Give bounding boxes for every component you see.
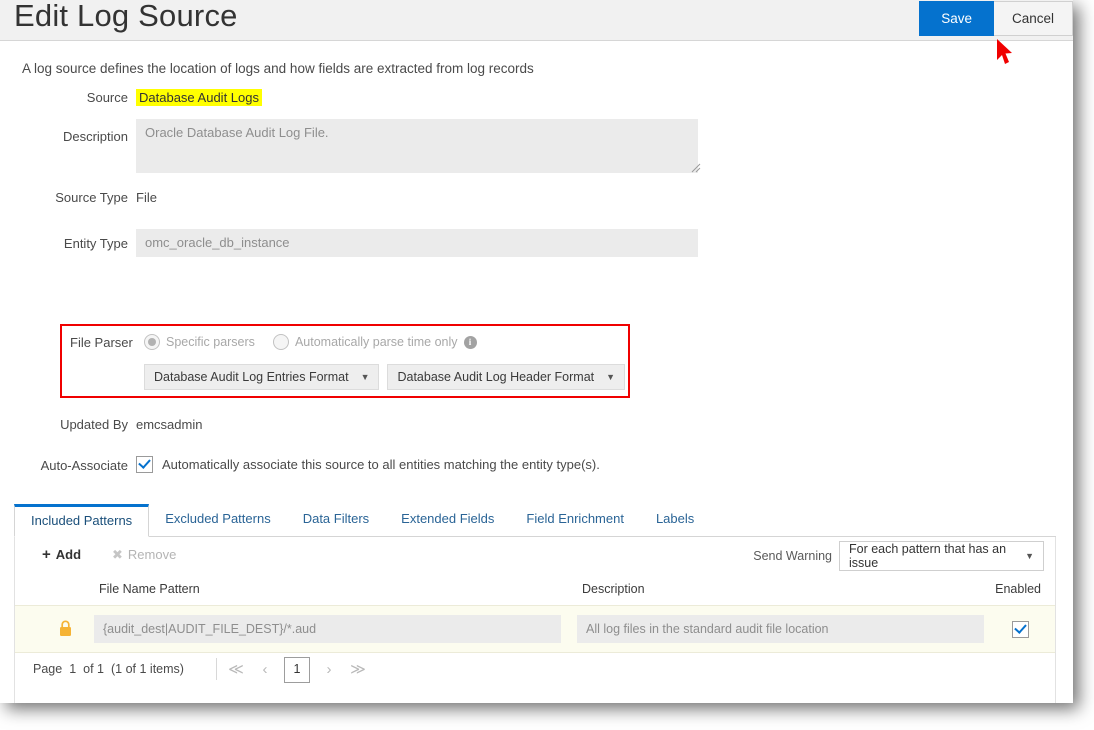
pagination-divider [216,658,217,680]
tab-bar: Included Patterns Excluded Patterns Data… [14,503,1056,537]
chevron-down-icon: ▼ [1025,551,1034,561]
column-header-description: Description [582,582,645,596]
mouse-cursor-annotation-icon [997,39,1012,64]
entity-type-label: Entity Type [63,236,128,251]
pagination: Page 1 of 1 (1 of 1 items) ≪ ‹ 1 › ≫ [15,653,1055,688]
file-parser-label: File Parser [70,335,133,350]
info-icon[interactable]: i [463,335,477,349]
previous-page-button[interactable]: ‹ [255,656,275,684]
pattern-description-input[interactable]: All log files in the standard audit file… [577,615,984,643]
send-warning-group: Send Warning For each pattern that has a… [753,541,1044,571]
parser-entries-format-select[interactable]: Database Audit Log Entries Format ▼ [144,364,380,390]
parser-select-group: Database Audit Log Entries Format ▼ Data… [144,364,626,390]
grid-toolbar: + Add ✖ Remove Send Warning For each pat… [15,537,1055,575]
chevron-down-icon: ▼ [360,372,370,382]
tab-data-filters[interactable]: Data Filters [287,503,385,536]
tab-field-enrichment[interactable]: Field Enrichment [510,503,640,536]
save-button[interactable]: Save [919,1,994,36]
last-page-button[interactable]: ≫ [348,656,368,684]
tab-extended-fields[interactable]: Extended Fields [385,503,510,536]
form-row-description: Description Oracle Database Audit Log Fi… [0,119,1073,189]
parser-header-format-select[interactable]: Database Audit Log Header Format ▼ [387,364,626,390]
next-page-button[interactable]: › [319,656,339,684]
pagination-page-number: 1 [69,662,77,676]
source-type-value: File [136,190,157,205]
remove-button[interactable]: ✖ Remove [112,547,176,562]
page-header: Edit Log Source Save Cancel [0,0,1073,41]
pagination-of-word: of 1 [83,662,105,676]
intro-description: A log source defines the location of log… [22,61,534,76]
edit-log-source-page: Edit Log Source Save Cancel A log source… [0,0,1073,703]
send-warning-value: For each pattern that has an issue [849,542,1007,570]
radio-specific-parsers[interactable]: Specific parsers [144,334,255,350]
tab-content-included-patterns: + Add ✖ Remove Send Warning For each pat… [14,537,1056,703]
auto-associate-label: Auto-Associate [40,458,128,473]
pattern-input[interactable]: {audit_dest|AUDIT_FILE_DEST}/*.aud [94,615,561,643]
parser-header-format-value: Database Audit Log Header Format [397,370,595,384]
file-parser-section: File Parser Specific parsers Automatical… [60,324,630,398]
form-row-source: Source Database Audit Logs [0,89,1073,119]
pagination-info: Page 1 of 1 (1 of 1 items) [33,662,184,676]
auto-associate-checkbox[interactable] [136,456,153,473]
cancel-button[interactable]: Cancel [993,1,1073,36]
current-page-input[interactable]: 1 [284,657,310,683]
lock-icon [60,620,71,636]
table-row[interactable]: {audit_dest|AUDIT_FILE_DEST}/*.aud All l… [15,605,1055,653]
radio-auto-parse-label: Automatically parse time only [294,335,458,349]
close-icon: ✖ [112,547,123,562]
tab-included-patterns[interactable]: Included Patterns [14,504,150,537]
radio-selected-icon [144,334,160,350]
header-actions: Save Cancel [919,1,1073,36]
pattern-enabled-checkbox[interactable] [1012,621,1029,638]
page-title: Edit Log Source [14,0,238,33]
column-header-enabled: Enabled [995,582,1041,596]
form-row-auto-associate: Auto-Associate Automatically associate t… [0,456,1073,475]
patterns-tab-panel: Included Patterns Excluded Patterns Data… [14,503,1056,703]
send-warning-select[interactable]: For each pattern that has an issue ▼ [839,541,1044,571]
radio-specific-parsers-label: Specific parsers [166,335,255,349]
radio-unselected-icon [272,334,289,350]
add-button-label: Add [55,547,82,562]
updated-by-label: Updated By [60,417,128,432]
source-value: Database Audit Logs [136,89,262,106]
pagination-items-text: (1 of 1 items) [111,662,184,676]
grid-header-row: File Name Pattern Description Enabled [15,575,1055,605]
tab-excluded-patterns[interactable]: Excluded Patterns [149,503,287,536]
add-button[interactable]: + Add [42,547,81,562]
send-warning-label: Send Warning [753,549,832,563]
column-header-file-name-pattern: File Name Pattern [99,582,200,596]
parser-entries-format-value: Database Audit Log Entries Format [154,370,349,384]
description-label: Description [62,129,128,144]
form-row-source-type: Source Type File [0,189,1073,229]
auto-associate-text: Automatically associate this source to a… [162,457,600,472]
description-input[interactable]: Oracle Database Audit Log File. [136,119,698,173]
form-row-entity-type: Entity Type omc_oracle_db_instance [0,229,1073,277]
log-source-form: Source Database Audit Logs Description O… [0,89,1073,277]
entity-type-input[interactable]: omc_oracle_db_instance [136,229,698,257]
pagination-page-word: Page [33,662,63,676]
source-type-label: Source Type [55,190,128,205]
first-page-button[interactable]: ≪ [226,656,246,684]
tab-labels[interactable]: Labels [640,503,710,536]
pagination-nav: ≪ ‹ 1 › ≫ [226,656,368,684]
file-parser-radio-group: Specific parsers Automatically parse tim… [144,334,477,350]
remove-button-label: Remove [127,547,177,562]
plus-icon: + [42,546,51,563]
form-row-updated-by: Updated By emcsadmin [0,416,1073,434]
chevron-down-icon: ▼ [606,372,616,382]
updated-by-value: emcsadmin [136,417,203,432]
source-label: Source [86,90,128,105]
radio-automatically-parse-time-only[interactable]: Automatically parse time only i [272,334,477,350]
